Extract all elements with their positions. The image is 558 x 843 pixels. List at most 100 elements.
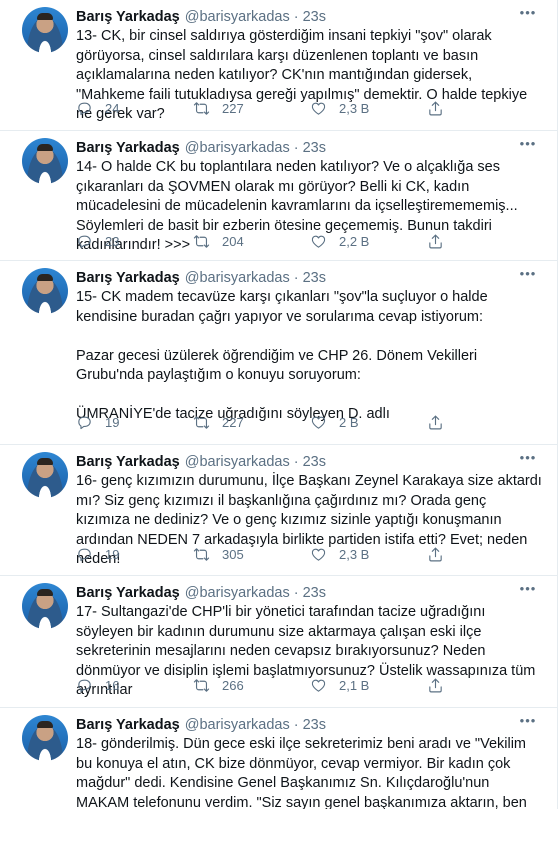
share-icon <box>429 547 442 561</box>
share-button[interactable] <box>427 677 456 694</box>
timestamp[interactable]: 23s <box>303 268 326 288</box>
tweet[interactable]: Barış Yarkadaş @barisyarkadas · 23s ••• … <box>0 131 557 261</box>
like-button[interactable]: 2,2 B <box>310 233 427 250</box>
share-button[interactable] <box>427 414 456 431</box>
like-icon <box>311 679 326 692</box>
share-button[interactable] <box>427 546 456 563</box>
author-name[interactable]: Barış Yarkadaş <box>76 7 180 27</box>
retweet-count: 227 <box>222 414 244 430</box>
reply-count: 23 <box>105 233 120 249</box>
like-count: 2,2 B <box>339 233 370 249</box>
timestamp[interactable]: 23s <box>303 715 326 735</box>
like-icon <box>311 102 326 115</box>
author-handle[interactable]: @barisyarkadas <box>185 583 290 603</box>
reply-icon <box>78 235 91 248</box>
like-icon <box>311 416 326 429</box>
author-handle[interactable]: @barisyarkadas <box>185 452 290 472</box>
reply-button[interactable]: 23 <box>76 233 193 250</box>
reply-icon <box>78 416 91 429</box>
tweet-header: Barış Yarkadaş @barisyarkadas · 23s <box>76 268 543 288</box>
separator-dot: · <box>293 140 299 156</box>
timestamp[interactable]: 23s <box>303 138 326 158</box>
timestamp[interactable]: 23s <box>303 583 326 603</box>
tweet-text: 18- gönderilmiş. Dün gece eski ilçe sekr… <box>76 736 527 809</box>
avatar[interactable] <box>22 452 68 498</box>
reply-icon <box>78 102 91 115</box>
separator-dot: · <box>293 270 299 286</box>
author-handle[interactable]: @barisyarkadas <box>185 138 290 158</box>
retweet-button[interactable]: 227 <box>193 414 310 431</box>
reply-icon <box>78 548 91 561</box>
retweet-icon <box>193 234 210 248</box>
retweet-button[interactable]: 204 <box>193 233 310 250</box>
retweet-icon <box>193 415 210 429</box>
like-button[interactable]: 2 B <box>310 414 427 431</box>
author-name[interactable]: Barış Yarkadaş <box>76 452 180 472</box>
tweet-header: Barış Yarkadaş @barisyarkadas · 23s <box>76 7 543 27</box>
reply-count: 24 <box>105 100 120 116</box>
avatar[interactable] <box>22 268 68 314</box>
retweet-count: 227 <box>222 100 244 116</box>
avatar[interactable] <box>22 138 68 184</box>
separator-dot: · <box>293 717 299 733</box>
tweet-header: Barış Yarkadaş @barisyarkadas · 23s <box>76 583 543 603</box>
retweet-count: 204 <box>222 233 244 249</box>
tweet[interactable]: Barış Yarkadaş @barisyarkadas · 23s ••• … <box>0 0 557 131</box>
reply-button[interactable]: 16 <box>76 677 193 694</box>
retweet-count: 305 <box>222 546 244 562</box>
share-icon <box>429 234 442 248</box>
author-name[interactable]: Barış Yarkadaş <box>76 583 180 603</box>
like-button[interactable]: 2,3 B <box>310 546 427 563</box>
like-button[interactable]: 2,1 B <box>310 677 427 694</box>
more-icon[interactable]: ••• <box>517 714 539 730</box>
tweet-header: Barış Yarkadaş @barisyarkadas · 23s <box>76 715 543 735</box>
avatar[interactable] <box>22 583 68 629</box>
like-icon <box>311 235 326 248</box>
avatar[interactable] <box>22 7 68 53</box>
author-handle[interactable]: @barisyarkadas <box>185 7 290 27</box>
tweet[interactable]: Barış Yarkadaş @barisyarkadas · 23s ••• … <box>0 261 557 445</box>
retweet-count: 266 <box>222 677 244 693</box>
retweet-button[interactable]: 266 <box>193 677 310 694</box>
retweet-icon <box>193 101 210 115</box>
timestamp[interactable]: 23s <box>303 7 326 27</box>
author-name[interactable]: Barış Yarkadaş <box>76 268 180 288</box>
tweet-text: 15- CK madem tecavüze karşı çıkanları "ş… <box>76 289 488 422</box>
reply-button[interactable]: 19 <box>76 546 193 563</box>
tweet[interactable]: Barış Yarkadaş @barisyarkadas · 23s ••• … <box>0 445 557 576</box>
reply-button[interactable]: 24 <box>76 100 193 117</box>
like-count: 2,3 B <box>339 100 370 116</box>
reply-count: 19 <box>105 414 120 430</box>
reply-icon <box>78 679 91 692</box>
share-icon <box>429 101 442 115</box>
author-name[interactable]: Barış Yarkadaş <box>76 715 180 735</box>
reply-count: 19 <box>105 546 120 562</box>
share-button[interactable] <box>427 100 456 117</box>
avatar[interactable] <box>22 715 68 761</box>
reply-button[interactable]: 19 <box>76 414 193 431</box>
more-icon[interactable]: ••• <box>517 582 539 598</box>
more-icon[interactable]: ••• <box>517 267 539 283</box>
separator-dot: · <box>293 9 299 25</box>
more-icon[interactable]: ••• <box>517 137 539 153</box>
more-icon[interactable]: ••• <box>517 6 539 22</box>
share-icon <box>429 678 442 692</box>
share-icon <box>429 415 442 429</box>
author-handle[interactable]: @barisyarkadas <box>185 715 290 735</box>
separator-dot: · <box>293 454 299 470</box>
author-handle[interactable]: @barisyarkadas <box>185 268 290 288</box>
tweet-actions: 19 305 2,3 B <box>76 544 543 564</box>
retweet-button[interactable]: 227 <box>193 100 310 117</box>
tweet-header: Barış Yarkadaş @barisyarkadas · 23s <box>76 138 543 158</box>
share-button[interactable] <box>427 233 456 250</box>
like-count: 2,3 B <box>339 546 370 562</box>
tweet[interactable]: Barış Yarkadaş @barisyarkadas · 23s ••• … <box>0 708 557 809</box>
tweet[interactable]: Barış Yarkadaş @barisyarkadas · 23s ••• … <box>0 576 557 708</box>
tweet-actions: 19 227 2 B <box>76 412 543 432</box>
author-name[interactable]: Barış Yarkadaş <box>76 138 180 158</box>
more-icon[interactable]: ••• <box>517 451 539 467</box>
timestamp[interactable]: 23s <box>303 452 326 472</box>
reply-count: 16 <box>105 677 120 693</box>
retweet-button[interactable]: 305 <box>193 546 310 563</box>
like-button[interactable]: 2,3 B <box>310 100 427 117</box>
